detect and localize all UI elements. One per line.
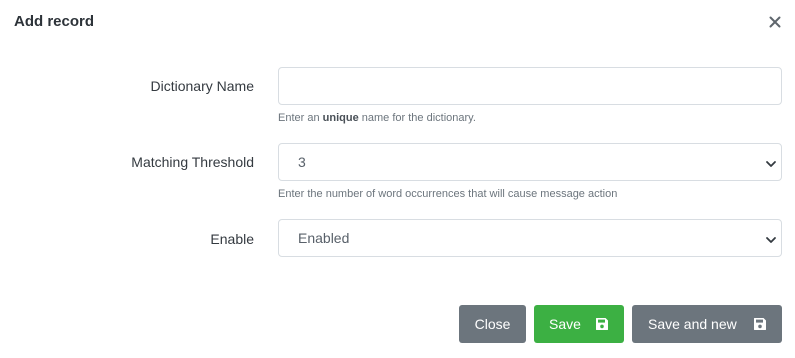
floppy-disk-icon <box>753 317 767 331</box>
enable-select[interactable]: Enabled <box>278 219 782 257</box>
save-button[interactable]: Save <box>534 305 624 343</box>
help-text-prefix: Enter an <box>278 112 323 124</box>
help-text-emphasis: unique <box>322 112 359 124</box>
save-and-new-button-label: Save and new <box>648 316 737 332</box>
save-button-label: Save <box>549 316 581 332</box>
matching-threshold-select[interactable]: 3 <box>278 143 782 181</box>
chevron-down-icon <box>765 157 777 169</box>
dictionary-name-field[interactable] <box>278 67 782 105</box>
dictionary-name-input[interactable] <box>279 68 781 104</box>
matching-threshold-help: Enter the number of word occurrences tha… <box>278 188 618 200</box>
modal-title: Add record <box>14 13 95 30</box>
close-button[interactable]: Close <box>459 305 526 343</box>
dictionary-name-help: Enter an unique name for the dictionary. <box>278 112 476 124</box>
enable-value: Enabled <box>298 230 350 246</box>
save-and-new-button[interactable]: Save and new <box>632 305 782 343</box>
enable-label: Enable <box>210 231 254 247</box>
matching-threshold-value: 3 <box>298 154 306 170</box>
floppy-disk-icon <box>595 317 609 331</box>
close-button-label: Close <box>474 316 511 332</box>
help-text-suffix: name for the dictionary. <box>358 112 476 124</box>
dictionary-name-label: Dictionary Name <box>150 78 254 94</box>
chevron-down-icon <box>765 233 777 245</box>
matching-threshold-label: Matching Threshold <box>131 154 254 170</box>
close-icon[interactable] <box>767 14 783 30</box>
